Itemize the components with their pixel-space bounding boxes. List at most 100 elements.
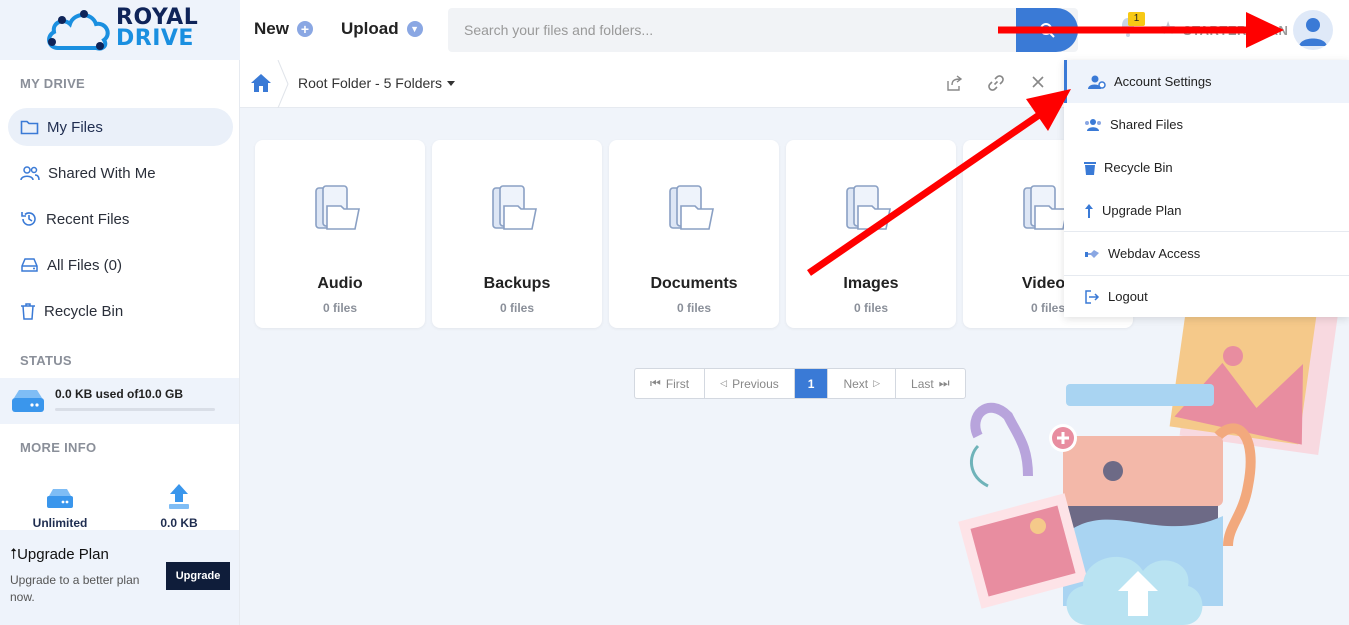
menu-item-logout[interactable]: Logout — [1064, 275, 1349, 318]
first-page-button[interactable]: ⏮ First — [635, 369, 706, 398]
folder-count: 0 files — [322, 301, 358, 315]
user-avatar-icon — [1299, 18, 1327, 46]
caret-down-icon[interactable] — [447, 81, 455, 86]
previous-page-button[interactable]: ◁ Previous — [705, 369, 795, 398]
previous-label: Previous — [732, 376, 779, 391]
folder-card-images[interactable]: Images 0 files — [786, 140, 956, 328]
breadcrumb-separator — [277, 60, 289, 108]
my-drive-title: MY DRIVE — [20, 76, 86, 91]
menu-item-shared-files[interactable]: Shared Files — [1064, 103, 1349, 146]
upload-button[interactable]: Upload ▼ — [341, 19, 423, 39]
menu-item-label: Account Settings — [1114, 74, 1212, 89]
upload-icon — [169, 484, 189, 509]
breadcrumb-current[interactable]: Root Folder - 5 Folders — [298, 75, 442, 91]
cloud-storage-illustration — [958, 286, 1338, 625]
next-page-button[interactable]: Next ▷ — [828, 369, 897, 398]
logo-line-1: ROYAL — [116, 5, 199, 30]
storage-drive-icon — [12, 390, 44, 412]
search-icon — [1040, 23, 1055, 38]
sidebar-item-label: Recycle Bin — [44, 302, 124, 320]
page-1-button[interactable]: 1 — [794, 369, 829, 398]
search-button[interactable] — [1016, 8, 1078, 52]
history-icon — [21, 212, 36, 226]
sidebar-item-recycle-bin[interactable]: Recycle Bin — [8, 292, 233, 330]
upgrade-arrow-icon: ⭡ — [10, 546, 18, 563]
menu-item-label: Upgrade Plan — [1102, 203, 1182, 218]
upgrade-title: ⭡Upgrade Plan — [10, 546, 109, 563]
folder-card-backups[interactable]: Backups 0 files — [432, 140, 602, 328]
hard-drive-icon — [21, 258, 38, 272]
drive-icon — [47, 489, 73, 508]
folder-card-audio[interactable]: Audio 0 files — [255, 140, 425, 328]
sidebar-item-my-files[interactable]: My Files — [8, 108, 233, 146]
storage-progress — [55, 408, 215, 411]
last-label: Last — [911, 376, 934, 391]
folder-count: 0 files — [676, 301, 712, 315]
folder-name: Audio — [317, 275, 363, 292]
upgrade-arrow-icon — [1085, 203, 1093, 218]
star-icon: ★ — [1160, 18, 1177, 38]
users-icon — [1085, 118, 1101, 131]
sidebar-item-recent-files[interactable]: Recent Files — [8, 200, 233, 238]
first-label: First — [665, 376, 690, 391]
breadcrumb: Root Folder - 5 Folders — [240, 60, 1064, 108]
folder-files-icon — [846, 185, 891, 230]
quota-value: Unlimited — [32, 516, 88, 530]
plan-label: STARTER PLAN — [1183, 23, 1289, 38]
sidebar-item-label: Shared With Me — [48, 164, 156, 182]
upload-value: 0.0 KB — [160, 516, 198, 530]
last-page-icon: ⏭ — [938, 376, 950, 390]
folder-files-icon — [669, 185, 714, 230]
chevron-down-icon: ▼ — [406, 21, 423, 37]
menu-item-recycle-bin[interactable]: Recycle Bin — [1064, 146, 1349, 189]
menu-item-webdav-access[interactable]: Webdav Access — [1064, 232, 1349, 275]
sidebar-item-label: My Files — [47, 118, 103, 136]
search-input[interactable] — [448, 8, 1008, 52]
logo-text: ROYAL DRIVE — [116, 5, 199, 51]
menu-item-label: Recycle Bin — [1104, 160, 1173, 175]
sidebar-item-all-files[interactable]: All Files (0) — [8, 246, 233, 284]
sidebar-item-label: Recent Files — [46, 210, 130, 228]
upgrade-description: Upgrade to a better plan now. — [10, 573, 140, 604]
menu-item-upgrade-plan[interactable]: Upgrade Plan — [1064, 189, 1349, 232]
folder-card-documents[interactable]: Documents 0 files — [609, 140, 779, 328]
storage-status: 0.0 KB used of10.0 GB — [0, 378, 239, 424]
last-page-button[interactable]: Last ⏭ — [896, 369, 965, 398]
account-dropdown-menu: Account Settings Shared Files Recycle Bi… — [1064, 60, 1349, 317]
link-icon[interactable] — [987, 74, 1005, 92]
trash-icon — [21, 303, 35, 320]
new-label: New — [254, 19, 289, 38]
menu-item-label: Webdav Access — [1108, 246, 1201, 261]
upgrade-title-text: Upgrade Plan — [17, 546, 109, 563]
new-button[interactable]: New + — [254, 19, 313, 39]
folder-name: Documents — [650, 275, 738, 292]
quota-stat: Unlimited — [10, 480, 110, 530]
folder-name: Images — [843, 275, 899, 292]
upgrade-button[interactable]: Upgrade — [166, 562, 230, 590]
folder-count: 0 files — [499, 301, 535, 315]
sidebar: MY DRIVE My Files Shared With Me Recent … — [0, 60, 240, 625]
share-icon[interactable] — [945, 74, 963, 92]
home-icon[interactable] — [250, 73, 272, 93]
avatar[interactable] — [1293, 10, 1333, 50]
logo-line-2: DRIVE — [116, 26, 194, 51]
next-label: Next — [843, 376, 869, 391]
sidebar-item-shared-with-me[interactable]: Shared With Me — [8, 154, 233, 192]
upload-stat: 0.0 KB — [129, 480, 229, 530]
status-title: STATUS — [20, 353, 72, 368]
notification-badge: 1 — [1128, 12, 1145, 26]
sidebar-item-label: All Files (0) — [47, 256, 123, 274]
close-icon[interactable] — [1032, 76, 1044, 88]
upgrade-panel: ⭡Upgrade Plan Upgrade to a better plan n… — [0, 530, 239, 625]
logo[interactable]: ROYAL DRIVE — [0, 0, 240, 60]
folder-files-icon — [492, 185, 537, 230]
users-icon — [20, 166, 40, 181]
cloud-logo-icon — [47, 10, 110, 51]
previous-icon: ◁ — [720, 378, 728, 388]
upload-label: Upload — [341, 19, 399, 38]
pagination: ⏮ First ◁ Previous 1 Next ▷ Last ⏭ — [634, 368, 966, 399]
menu-item-account-settings[interactable]: Account Settings — [1064, 60, 1349, 103]
plus-icon: + — [296, 21, 313, 37]
first-page-icon: ⏮ — [650, 376, 661, 390]
folder-files-icon — [315, 185, 360, 230]
